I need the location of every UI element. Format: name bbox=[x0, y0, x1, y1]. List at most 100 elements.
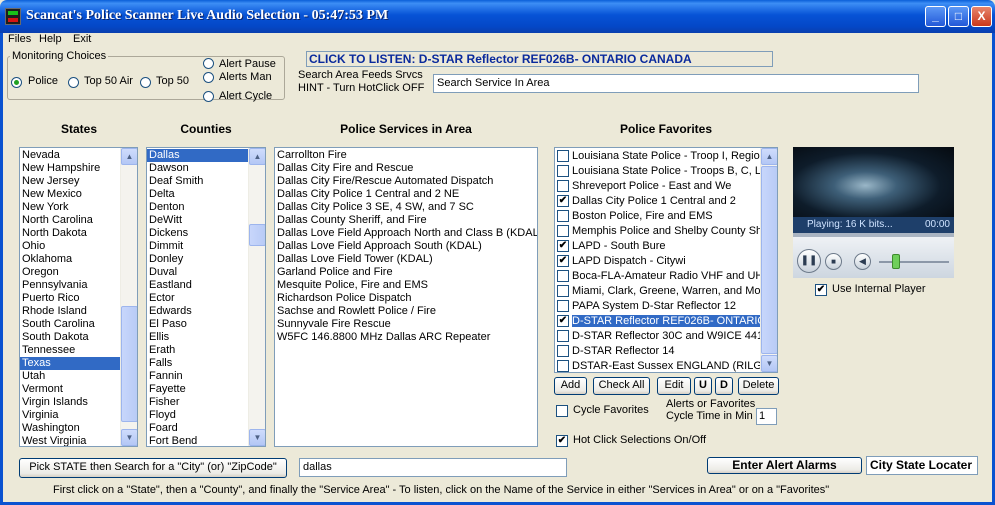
favorite-checkbox[interactable] bbox=[557, 209, 569, 222]
scroll-up-icon[interactable]: ▲ bbox=[249, 148, 265, 165]
favorite-list-item[interactable]: D-STAR Reflector 14 bbox=[555, 343, 777, 358]
city-zip-input[interactable]: dallas bbox=[299, 458, 567, 477]
close-button[interactable]: X bbox=[971, 6, 992, 27]
delete-favorite-button[interactable]: Delete bbox=[738, 377, 779, 395]
move-up-button[interactable]: U bbox=[694, 377, 712, 395]
scroll-down-icon[interactable]: ▼ bbox=[761, 355, 777, 372]
favorite-label[interactable]: D-STAR Reflector 30C and W9ICE 441 bbox=[572, 330, 763, 342]
hotclick-checkbox[interactable]: ✔ bbox=[556, 435, 568, 447]
service-list-item[interactable]: Mesquite Police, Fire and EMS bbox=[275, 279, 537, 292]
radio-top50-label[interactable]: Top 50 bbox=[156, 75, 189, 87]
click-to-listen-banner[interactable]: CLICK TO LISTEN: D-STAR Reflector REF026… bbox=[306, 51, 773, 67]
favorite-label[interactable]: Louisiana State Police - Troop I, Region bbox=[572, 150, 766, 162]
radio-police-label[interactable]: Police bbox=[28, 75, 58, 87]
radio-alerts-man[interactable] bbox=[203, 72, 214, 83]
service-list-item[interactable]: Garland Police and Fire bbox=[275, 266, 537, 279]
check-all-button[interactable]: Check All bbox=[593, 377, 650, 395]
services-list[interactable]: Carrollton Fire Dallas City Fire and Resc… bbox=[274, 147, 538, 447]
radio-alert-cycle[interactable] bbox=[203, 91, 214, 102]
favorite-checkbox[interactable]: ✔ bbox=[557, 239, 569, 252]
cycle-favorites-checkbox[interactable] bbox=[556, 405, 568, 417]
favorite-label[interactable]: D-STAR Reflector REF026B- ONTARIO bbox=[571, 313, 767, 328]
radio-top50-air-label[interactable]: Top 50 Air bbox=[84, 75, 133, 87]
favorite-list-item[interactable]: ✔ LAPD Dispatch - Citywi bbox=[555, 253, 777, 268]
use-internal-player-checkbox[interactable]: ✔ bbox=[815, 284, 827, 296]
favorite-list-item[interactable]: Shreveport Police - East and We bbox=[555, 178, 777, 193]
service-list-item[interactable]: Dallas City Police 1 Central and 2 NE bbox=[275, 188, 537, 201]
favorite-label[interactable]: PAPA System D-Star Reflector 12 bbox=[572, 300, 736, 312]
menu-exit[interactable]: Exit bbox=[73, 33, 91, 47]
favorite-checkbox[interactable]: ✔ bbox=[557, 194, 569, 207]
favorite-label[interactable]: LAPD Dispatch - Citywi bbox=[572, 255, 686, 267]
service-list-item[interactable]: Sunnyvale Fire Rescue bbox=[275, 318, 537, 331]
favorite-checkbox[interactable] bbox=[557, 329, 569, 342]
cycle-time-input[interactable]: 1 bbox=[756, 408, 777, 425]
minimize-button[interactable]: _ bbox=[925, 6, 946, 27]
favorite-list-item[interactable]: Louisiana State Police - Troop I, Region bbox=[555, 148, 777, 163]
favorite-list-item[interactable]: Memphis Police and Shelby County She bbox=[555, 223, 777, 238]
service-list-item[interactable]: Dallas City Police 3 SE, 4 SW, and 7 SC bbox=[275, 201, 537, 214]
pick-state-search-button[interactable]: Pick STATE then Search for a "City" (or)… bbox=[19, 458, 287, 478]
radio-top50-air[interactable] bbox=[68, 77, 79, 88]
service-list-item[interactable]: Dallas Love Field Approach North and Cla… bbox=[275, 227, 537, 240]
favorite-label[interactable]: LAPD - South Bure bbox=[572, 240, 666, 252]
favorite-label[interactable]: Boca-FLA-Amateur Radio VHF and UHF bbox=[572, 270, 770, 282]
scroll-down-icon[interactable]: ▼ bbox=[249, 429, 265, 446]
scroll-thumb[interactable] bbox=[121, 306, 137, 422]
service-list-item[interactable]: Dallas City Fire and Rescue bbox=[275, 162, 537, 175]
scroll-up-icon[interactable]: ▲ bbox=[761, 148, 777, 165]
alert-cycle-label[interactable]: Alert Cycle bbox=[219, 90, 272, 102]
alerts-man-label[interactable]: Alerts Man bbox=[219, 71, 272, 83]
favorite-label[interactable]: Miami, Clark, Greene, Warren, and Mon bbox=[572, 285, 767, 297]
service-list-item[interactable]: Dallas Love Field Tower (KDAL) bbox=[275, 253, 537, 266]
favorite-list-item[interactable]: ✔ Dallas City Police 1 Central and 2 bbox=[555, 193, 777, 208]
search-service-input[interactable]: Search Service In Area bbox=[433, 74, 919, 93]
favorite-checkbox[interactable] bbox=[557, 344, 569, 357]
favorite-checkbox[interactable] bbox=[557, 269, 569, 282]
favorite-list-item[interactable]: Louisiana State Police - Troops B, C, L bbox=[555, 163, 777, 178]
radio-top50[interactable] bbox=[140, 77, 151, 88]
counties-scrollbar[interactable]: ▲ ▼ bbox=[248, 148, 265, 446]
cycle-favorites-label[interactable]: Cycle Favorites bbox=[573, 404, 649, 416]
alert-pause-label[interactable]: Alert Pause bbox=[219, 58, 276, 70]
favorite-list-item[interactable]: Boston Police, Fire and EMS bbox=[555, 208, 777, 223]
favorite-label[interactable]: Boston Police, Fire and EMS bbox=[572, 210, 713, 222]
favorite-list-item[interactable]: DSTAR-East Sussex ENGLAND (RILGE bbox=[555, 358, 777, 372]
favorite-checkbox[interactable] bbox=[557, 359, 569, 372]
favorite-label[interactable]: Memphis Police and Shelby County She bbox=[572, 225, 768, 237]
service-list-item[interactable]: Richardson Police Dispatch bbox=[275, 292, 537, 305]
favorite-list-item[interactable]: PAPA System D-Star Reflector 12 bbox=[555, 298, 777, 313]
service-list-item[interactable]: Carrollton Fire bbox=[275, 149, 537, 162]
scroll-up-icon[interactable]: ▲ bbox=[121, 148, 137, 165]
favorite-label[interactable]: Dallas City Police 1 Central and 2 bbox=[572, 195, 736, 207]
states-scrollbar[interactable]: ▲ ▼ bbox=[120, 148, 137, 446]
service-list-item[interactable]: Dallas City Fire/Rescue Automated Dispat… bbox=[275, 175, 537, 188]
volume-icon[interactable]: ◀ bbox=[854, 253, 871, 270]
favorites-list[interactable]: Louisiana State Police - Troop I, Region… bbox=[554, 147, 778, 373]
favorite-label[interactable]: D-STAR Reflector 14 bbox=[572, 345, 675, 357]
volume-slider[interactable] bbox=[892, 254, 900, 269]
city-state-locater-button[interactable]: City State Locater bbox=[866, 456, 978, 475]
use-internal-player-label[interactable]: Use Internal Player bbox=[832, 283, 926, 295]
favorite-list-item[interactable]: Miami, Clark, Greene, Warren, and Mon bbox=[555, 283, 777, 298]
favorites-scrollbar[interactable]: ▲ ▼ bbox=[760, 148, 777, 372]
favorite-checkbox[interactable]: ✔ bbox=[557, 254, 569, 267]
favorite-label[interactable]: Shreveport Police - East and We bbox=[572, 180, 731, 192]
service-list-item[interactable]: Sachse and Rowlett Police / Fire bbox=[275, 305, 537, 318]
move-down-button[interactable]: D bbox=[715, 377, 733, 395]
pause-icon[interactable]: ❚❚ bbox=[797, 249, 821, 273]
scroll-down-icon[interactable]: ▼ bbox=[121, 429, 137, 446]
add-favorite-button[interactable]: Add bbox=[554, 377, 587, 395]
favorite-label[interactable]: DSTAR-East Sussex ENGLAND (RILGE bbox=[572, 360, 769, 372]
menu-files[interactable]: Files bbox=[8, 33, 31, 47]
maximize-button[interactable]: □ bbox=[948, 6, 969, 27]
favorite-checkbox[interactable] bbox=[557, 224, 569, 237]
favorite-list-item[interactable]: D-STAR Reflector 30C and W9ICE 441 bbox=[555, 328, 777, 343]
radio-police[interactable] bbox=[11, 77, 22, 88]
service-list-item[interactable]: Dallas County Sheriff, and Fire bbox=[275, 214, 537, 227]
favorite-list-item[interactable]: ✔ LAPD - South Bure bbox=[555, 238, 777, 253]
radio-alert-pause[interactable] bbox=[203, 58, 214, 69]
service-list-item[interactable]: W5FC 146.8800 MHz Dallas ARC Repeater bbox=[275, 331, 537, 344]
enter-alert-alarms-button[interactable]: Enter Alert Alarms bbox=[707, 457, 862, 474]
favorite-checkbox[interactable] bbox=[557, 284, 569, 297]
